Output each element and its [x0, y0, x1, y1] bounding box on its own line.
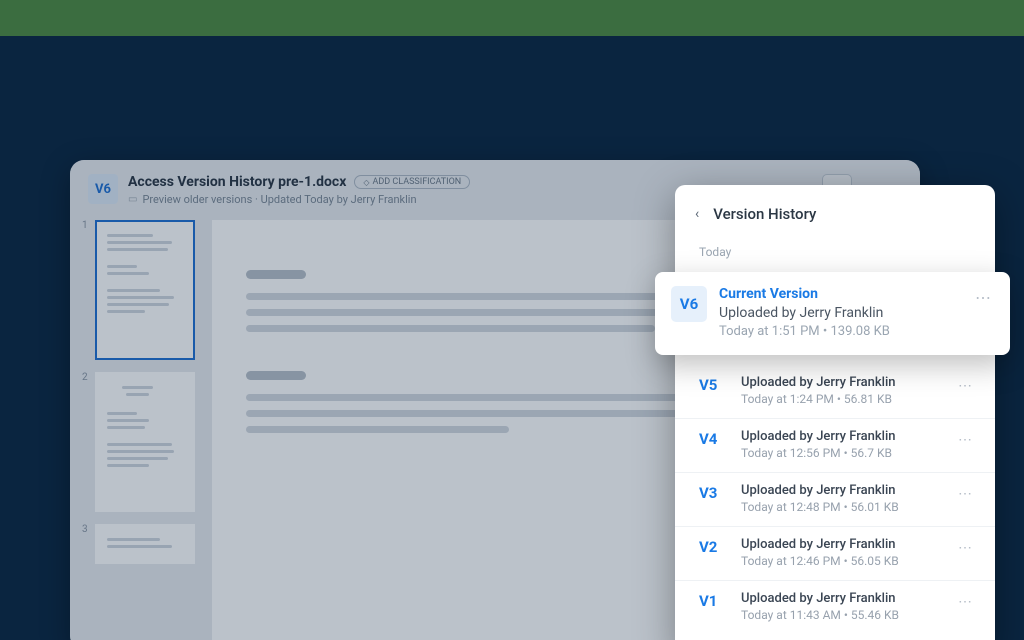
- version-history-title: Version History: [713, 205, 816, 223]
- version-more[interactable]: ⋯: [958, 375, 973, 394]
- version-item[interactable]: V2 Uploaded by Jerry Franklin Today at 12:…: [675, 526, 995, 580]
- version-meta: Today at 1:24 PM • 56.81 KB: [741, 392, 942, 406]
- thumb-number: 3: [82, 524, 90, 564]
- current-version-more[interactable]: ⋯: [975, 286, 992, 307]
- current-version-label: Current Version: [719, 286, 963, 302]
- version-meta: Today at 12:56 PM • 56.7 KB: [741, 446, 942, 460]
- page-thumbnail[interactable]: [95, 524, 195, 564]
- version-uploader: Uploaded by Jerry Franklin: [741, 375, 942, 390]
- thumb-number: 2: [82, 372, 90, 512]
- version-item[interactable]: V1 Uploaded by Jerry Franklin Today at 11:…: [675, 580, 995, 634]
- version-uploader: Uploaded by Jerry Franklin: [741, 483, 942, 498]
- current-version-card[interactable]: V6 Current Version Uploaded by Jerry Fra…: [655, 272, 1010, 355]
- version-meta: Today at 11:43 AM • 55.46 KB: [741, 608, 942, 622]
- version-more[interactable]: ⋯: [958, 483, 973, 502]
- file-title: Access Version History pre-1.docx: [128, 174, 346, 190]
- current-version-uploader: Uploaded by Jerry Franklin: [719, 305, 963, 321]
- version-meta: Today at 12:46 PM • 56.05 KB: [741, 554, 942, 568]
- version-more[interactable]: ⋯: [958, 591, 973, 610]
- version-history-panel: ‹ Version History Today V5 Uploaded by Je…: [675, 185, 995, 640]
- version-item[interactable]: V5 Uploaded by Jerry Franklin Today at 1:2…: [675, 365, 995, 418]
- add-classification-chip[interactable]: ADD CLASSIFICATION: [354, 175, 470, 189]
- version-meta: Today at 12:48 PM • 56.01 KB: [741, 500, 942, 514]
- version-badge: V3: [699, 483, 725, 502]
- page-thumbnail[interactable]: [95, 220, 195, 360]
- file-header-text: Access Version History pre-1.docx ADD CL…: [128, 174, 470, 206]
- version-badge: V4: [699, 429, 725, 448]
- file-version-badge: V6: [88, 174, 118, 204]
- page-thumbnail[interactable]: [95, 372, 195, 512]
- version-badge: V1: [699, 591, 725, 610]
- page-top-strip: [0, 0, 1024, 36]
- thumb-number: 1: [82, 220, 90, 360]
- version-more[interactable]: ⋯: [958, 537, 973, 556]
- page-thumbnails: 1 2 3: [82, 220, 202, 640]
- version-section-label: Today: [675, 239, 995, 269]
- back-button[interactable]: ‹: [695, 206, 699, 222]
- current-version-badge: V6: [671, 286, 707, 322]
- version-uploader: Uploaded by Jerry Franklin: [741, 591, 942, 606]
- version-item[interactable]: V4 Uploaded by Jerry Franklin Today at 12:…: [675, 418, 995, 472]
- version-badge: V5: [699, 375, 725, 394]
- version-more[interactable]: ⋯: [958, 429, 973, 448]
- version-uploader: Uploaded by Jerry Franklin: [741, 537, 942, 552]
- version-item[interactable]: V3 Uploaded by Jerry Franklin Today at 12:…: [675, 472, 995, 526]
- version-badge: V2: [699, 537, 725, 556]
- current-version-meta: Today at 1:51 PM • 139.08 KB: [719, 324, 963, 339]
- version-uploader: Uploaded by Jerry Franklin: [741, 429, 942, 444]
- file-subtitle: Preview older versions · Updated Today b…: [128, 193, 470, 206]
